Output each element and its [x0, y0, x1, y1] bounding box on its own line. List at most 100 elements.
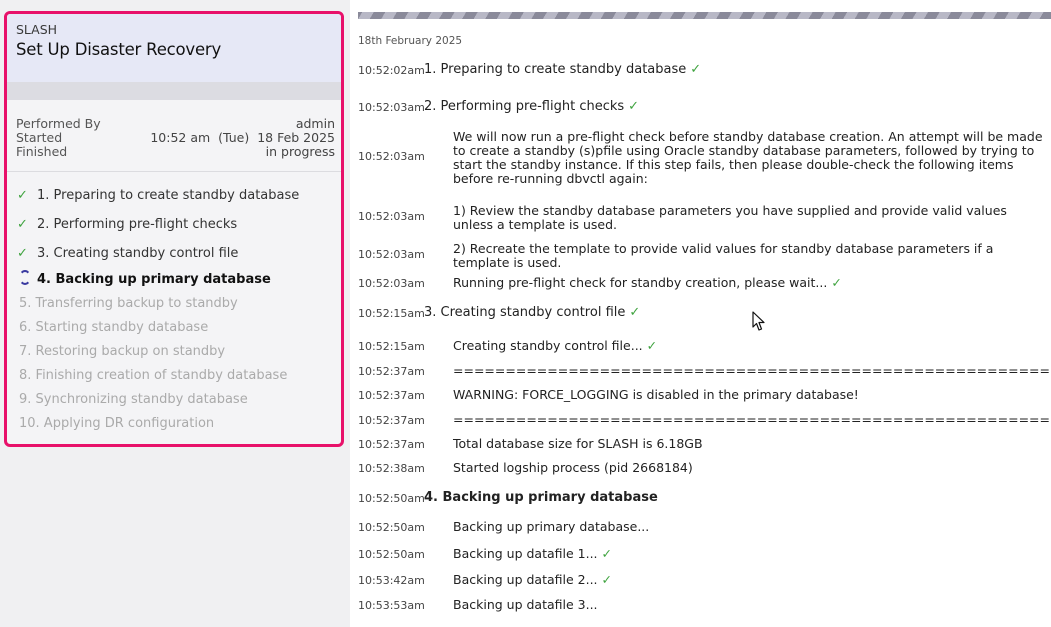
log-message-text: Started logship process (pid 2668184) [453, 460, 693, 475]
log-timestamp: 10:52:03am [358, 150, 425, 163]
task-card: SLASH Set Up Disaster Recovery Performed… [4, 11, 344, 447]
log-message-text: Creating standby control file... [453, 338, 643, 353]
log-message-text: We will now run a pre-flight check befor… [453, 129, 1043, 186]
check-icon: ✓ [831, 275, 842, 290]
started-time: 10:52 am [150, 130, 211, 145]
step-item: 5. Transferring backup to standby [17, 292, 341, 316]
step-label: 7. Restoring backup on standby [19, 344, 226, 359]
step-label: 2. Performing pre-flight checks [37, 217, 238, 232]
step-list: ✓ 1. Preparing to create standby database… [7, 172, 341, 436]
log-panel[interactable]: 18th February 2025 10:52:02am 1. Preparin… [351, 0, 1051, 627]
step-label: 1. Preparing to create standby database [37, 188, 300, 203]
log-message: Creating standby control file... ✓ [453, 339, 1047, 353]
step-label: 8. Finishing creation of standby databas… [19, 368, 288, 383]
log-message-text: ========================================… [453, 363, 1050, 378]
log-message-text: Total database size for SLASH is 6.18GB [453, 436, 703, 451]
started-row: Started 10:52 am (Tue) 18 Feb 2025 [16, 131, 335, 145]
log-timestamp: 10:52:03am [358, 210, 425, 223]
log-message: 1. Preparing to create standby database ✓ [424, 63, 701, 77]
log-timestamp: 10:52:37am [358, 365, 425, 378]
step-item: 4. Backing up primary database [17, 268, 341, 292]
log-message: 2) Recreate the template to provide vali… [453, 242, 1047, 270]
log-message: We will now run a pre-flight check befor… [453, 130, 1047, 186]
check-icon: ✓ [601, 572, 613, 587]
check-icon: ✓ [17, 217, 28, 232]
log-message: Backing up primary database... [453, 520, 1047, 534]
log-message: Total database size for SLASH is 6.18GB [453, 437, 1047, 451]
step-item: ✓ 3. Creating standby control file [17, 239, 341, 268]
log-date-header: 18th February 2025 [358, 35, 463, 47]
log-timestamp: 10:52:15am [358, 340, 425, 353]
step-item: ✓ 1. Preparing to create standby database [17, 181, 341, 210]
log-timestamp: 10:53:53am [358, 599, 425, 612]
progress-stripe [358, 12, 1051, 19]
check-icon: ✓ [601, 546, 613, 561]
log-message: Backing up datafile 3... [453, 598, 1047, 612]
task-header: SLASH Set Up Disaster Recovery [7, 14, 341, 82]
step-item: 6. Starting standby database [17, 316, 341, 340]
finished-value: in progress [265, 144, 335, 159]
step-label: 5. Transferring backup to standby [19, 296, 238, 311]
step-label: 4. Backing up primary database [37, 272, 271, 287]
log-message: 2. Performing pre-flight checks ✓ [424, 100, 639, 114]
log-timestamp: 10:52:37am [358, 414, 425, 427]
log-message: ========================================… [453, 412, 1050, 427]
log-message: Started logship process (pid 2668184) [453, 461, 1047, 475]
left-panel: SLASH Set Up Disaster Recovery Performed… [0, 0, 350, 627]
task-title: Set Up Disaster Recovery [16, 40, 222, 59]
log-timestamp: 10:52:38am [358, 462, 425, 475]
log-message: 1) Review the standby database parameter… [453, 204, 1047, 232]
step-item: 8. Finishing creation of standby databas… [17, 364, 341, 388]
log-timestamp: 10:52:50am [358, 521, 425, 534]
check-icon: ✓ [628, 99, 640, 114]
finished-label: Finished [16, 144, 68, 159]
started-value: 10:52 am (Tue) 18 Feb 2025 [150, 131, 335, 145]
step-label: 9. Synchronizing standby database [19, 392, 248, 407]
log-message-text: 3. Creating standby control file [424, 305, 626, 320]
started-date: 18 Feb 2025 [257, 130, 335, 145]
step-item: 9. Synchronizing standby database [17, 388, 341, 412]
log-timestamp: 10:52:02am [358, 64, 425, 77]
log-message-text: 1) Review the standby database parameter… [453, 203, 1007, 232]
step-label: 3. Creating standby control file [37, 246, 239, 261]
performed-by-row: Performed By admin [16, 117, 335, 131]
log-message-text: Backing up datafile 1... [453, 546, 598, 561]
log-message-text: 1. Preparing to create standby database [424, 62, 687, 77]
log-message: Running pre-flight check for standby cre… [453, 276, 1047, 290]
spinner-icon [19, 270, 31, 285]
log-message: 3. Creating standby control file ✓ [424, 306, 640, 320]
check-icon: ✓ [629, 305, 641, 320]
log-timestamp: 10:52:37am [358, 389, 425, 402]
log-message-text: Backing up datafile 3... [453, 597, 598, 612]
log-message: WARNING: FORCE_LOGGING is disabled in th… [453, 388, 1047, 402]
log-timestamp: 10:52:03am [358, 248, 425, 261]
step-label: 6. Starting standby database [19, 320, 209, 335]
performed-by-value: admin [295, 116, 335, 131]
log-message-text: 2. Performing pre-flight checks [424, 99, 625, 114]
log-message-text: WARNING: FORCE_LOGGING is disabled in th… [453, 387, 859, 402]
log-message-text: Running pre-flight check for standby cre… [453, 275, 828, 290]
check-icon: ✓ [690, 62, 702, 77]
log-message-text: ========================================… [453, 412, 1050, 427]
log-message-text: Backing up primary database... [453, 519, 650, 534]
log-message: ========================================… [453, 363, 1050, 378]
step-label: 10. Applying DR configuration [19, 416, 215, 431]
step-item: ✓ 2. Performing pre-flight checks [17, 210, 341, 239]
log-timestamp: 10:52:03am [358, 277, 425, 290]
log-timestamp: 10:52:50am [358, 492, 425, 505]
step-item: 7. Restoring backup on standby [17, 340, 341, 364]
check-icon: ✓ [646, 338, 658, 353]
log-timestamp: 10:53:42am [358, 574, 425, 587]
check-icon: ✓ [17, 188, 28, 203]
log-message: 4. Backing up primary database [424, 491, 658, 505]
step-item: 10. Applying DR configuration [17, 412, 341, 436]
mouse-cursor-icon [752, 311, 765, 331]
log-timestamp: 10:52:15am [358, 307, 425, 320]
check-icon: ✓ [17, 246, 28, 261]
log-message: Backing up datafile 2... ✓ [453, 573, 1047, 587]
log-timestamp: 10:52:03am [358, 101, 425, 114]
log-message-text: 4. Backing up primary database [424, 490, 658, 505]
task-meta: Performed By admin Started 10:52 am (Tue… [7, 100, 341, 159]
log-message-text: Backing up datafile 2... [453, 572, 598, 587]
header-band [7, 82, 341, 100]
